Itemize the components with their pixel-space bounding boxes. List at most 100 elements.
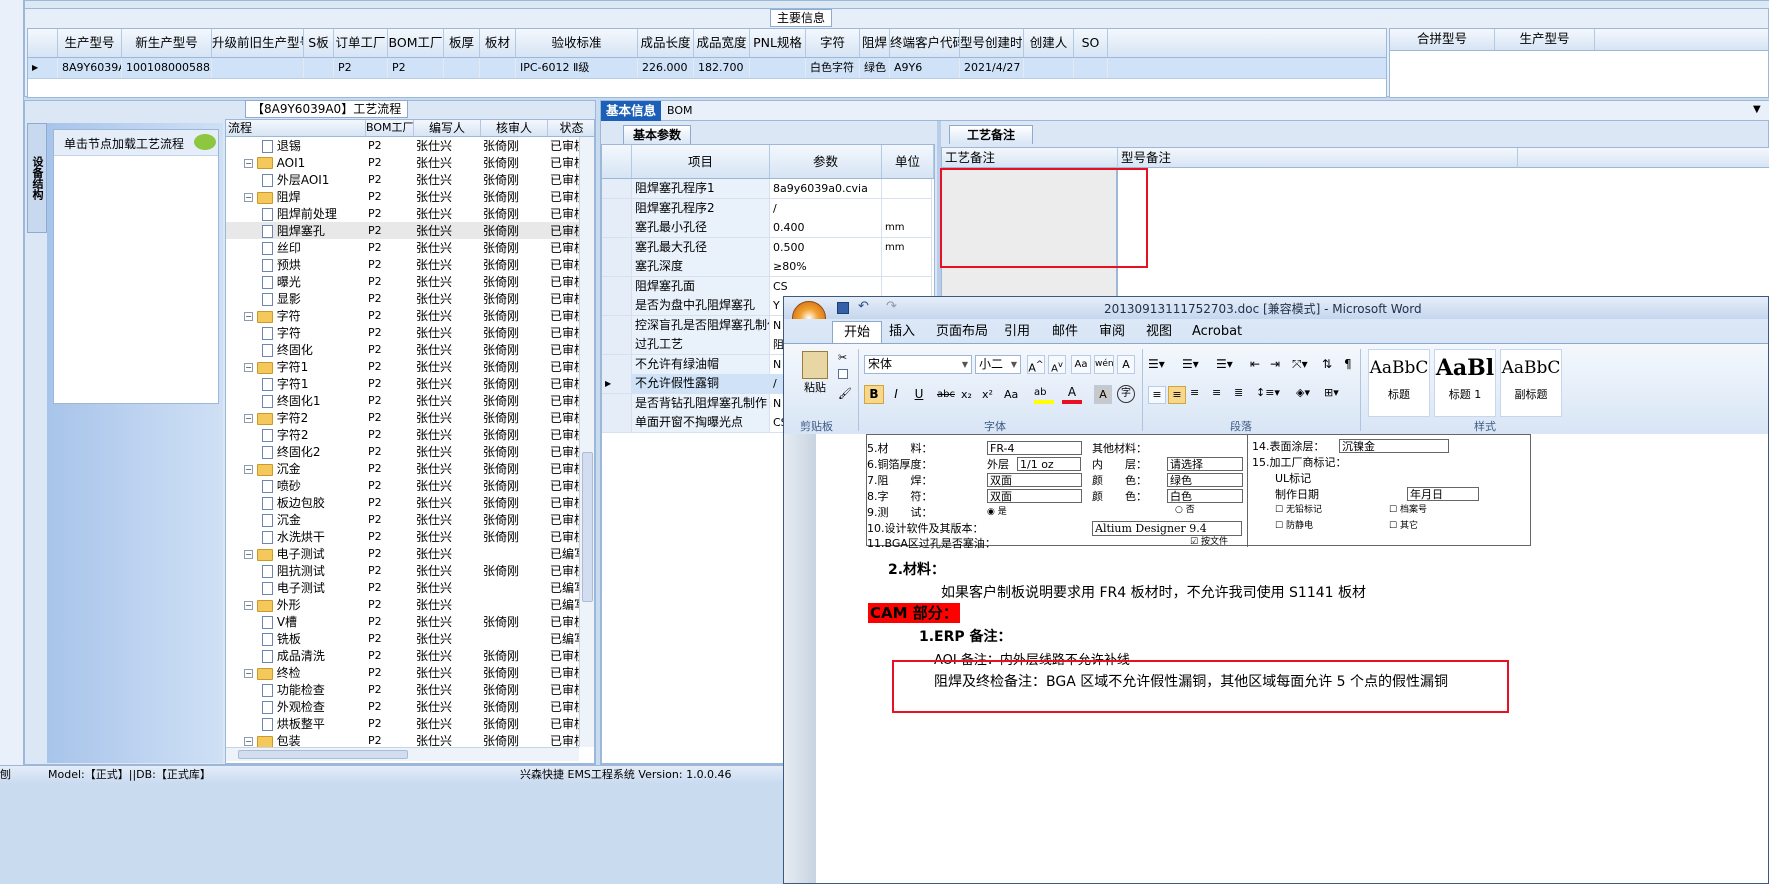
align-right-icon[interactable]: ≡ <box>1190 386 1199 399</box>
main-col-header[interactable]: PNL规格 <box>750 29 806 57</box>
tree-row[interactable]: 烘板整平P2张仕兴张倚刚已审核 <box>226 715 594 732</box>
italic-button[interactable]: I <box>887 385 905 404</box>
expander-icon[interactable]: − <box>244 737 253 746</box>
tab-basic-info[interactable]: 基本信息 <box>601 101 661 121</box>
ribbon-tab-layout[interactable]: 页面布局 <box>936 321 988 343</box>
undo-icon[interactable]: ↶ <box>858 299 869 314</box>
tree-row[interactable]: 电子测试P2张仕兴已编写 <box>226 579 594 596</box>
ribbon-tab-view[interactable]: 视图 <box>1146 321 1172 343</box>
param-row[interactable]: 阻焊塞孔面 CS <box>602 276 932 297</box>
main-col-header[interactable]: 订单工厂 <box>334 29 388 57</box>
main-col-header[interactable]: 板厚 <box>444 29 480 57</box>
paste-button[interactable]: 粘贴 <box>798 351 832 411</box>
expander-icon[interactable]: − <box>244 465 253 474</box>
tree-row[interactable]: 铣板P2张仕兴已编写 <box>226 630 594 647</box>
tree-row[interactable]: 终固化P2张仕兴张倚刚已审核 <box>226 341 594 358</box>
increase-indent-icon[interactable]: ⇥ <box>1270 357 1280 371</box>
style-subtitle[interactable]: AaBbC 副标题 <box>1500 349 1562 417</box>
param-row[interactable]: 塞孔最大孔径 0.500 mm <box>602 237 932 258</box>
align-center-icon[interactable]: ≡ <box>1168 386 1186 404</box>
tree-row[interactable]: 外层AOI1P2张仕兴张倚刚已审核 <box>226 171 594 188</box>
subscript-button[interactable]: x₂ <box>961 385 979 404</box>
copy-icon[interactable] <box>838 369 848 379</box>
line-spacing-icon[interactable]: ↕≡▾ <box>1256 386 1280 399</box>
main-col-header[interactable]: 升级前旧生产型号 <box>212 29 304 57</box>
tree-row[interactable]: 阻焊塞孔P2张仕兴张倚刚已审核 <box>226 222 594 239</box>
expander-icon[interactable]: − <box>244 414 253 423</box>
expander-icon[interactable]: − <box>244 312 253 321</box>
main-col-header[interactable]: 终端客户代码 <box>890 29 960 57</box>
param-row[interactable]: 阻焊塞孔程序1 8a9y6039a0.cvia <box>602 179 932 199</box>
font-color-icon[interactable]: A <box>1062 385 1082 404</box>
ribbon-tab-acrobat[interactable]: Acrobat <box>1192 321 1242 343</box>
tree-row[interactable]: − 沉金P2张仕兴张倚刚已审核 <box>226 460 594 477</box>
tree-row[interactable]: 字符P2张仕兴张倚刚已审核 <box>226 324 594 341</box>
expander-icon[interactable]: − <box>244 193 253 202</box>
grow-font-icon[interactable]: A^ <box>1027 355 1045 375</box>
save-icon[interactable] <box>837 302 849 314</box>
main-col-header[interactable]: 成品宽度 <box>694 29 750 57</box>
expander-icon[interactable]: − <box>244 158 253 168</box>
ribbon-tab-mailings[interactable]: 邮件 <box>1052 321 1078 343</box>
ribbon-tab-insert[interactable]: 插入 <box>889 321 915 343</box>
tab-process-notes[interactable]: 工艺备注 <box>949 125 1033 144</box>
table-row[interactable]: ▶8A9Y6039A010010800058832P2P2IPC-6012 Ⅱ级… <box>28 58 1386 79</box>
tree-row[interactable]: − 字符P2张仕兴张倚刚已审核 <box>226 307 594 324</box>
underline-button[interactable]: U <box>908 385 930 404</box>
cut-icon[interactable]: ✂ <box>838 351 847 364</box>
sort-icon[interactable]: ⇅ <box>1322 357 1332 371</box>
ribbon-tab-review[interactable]: 审阅 <box>1099 321 1125 343</box>
param-row[interactable]: 塞孔深度 ≥80% <box>602 257 932 277</box>
param-row[interactable]: 阻焊塞孔程序2/ <box>602 198 932 219</box>
tree-row[interactable]: − AOI1P2张仕兴张倚刚已审核 <box>226 154 594 171</box>
tree-row[interactable]: 字符2P2张仕兴张倚刚已审核 <box>226 426 594 443</box>
style-heading-1[interactable]: AaBl 标题 1 <box>1434 349 1496 417</box>
strikethrough-button[interactable]: abc <box>937 385 957 404</box>
ribbon-tab-home[interactable]: 开始 <box>832 321 882 343</box>
expander-icon[interactable]: − <box>244 363 253 372</box>
document-page[interactable]: 5.材 料： FR-4 其他材料： 14.表面涂层： 沉镍金 6.铜箔厚度： 外… <box>816 434 1768 883</box>
superscript-button[interactable]: x² <box>982 385 1000 404</box>
bold-button[interactable]: B <box>864 385 884 404</box>
distributed-icon[interactable]: ≣ <box>1234 386 1243 399</box>
tree-hscroll[interactable] <box>226 747 579 761</box>
tree-row[interactable]: 成品清洗P2张仕兴张倚刚已审核 <box>226 647 594 664</box>
main-col-header[interactable]: BOM工厂 <box>388 29 444 57</box>
tree-row[interactable]: − 阻焊P2张仕兴张倚刚已审核 <box>226 188 594 205</box>
tree-row[interactable]: − 外形P2张仕兴已编写 <box>226 596 594 613</box>
param-row[interactable]: 塞孔最小孔径 0.400 mm <box>602 218 932 238</box>
main-col-header[interactable]: 验收标准 <box>516 29 638 57</box>
tree-row[interactable]: 曝光P2张仕兴张倚刚已审核 <box>226 273 594 290</box>
main-col-header[interactable]: 字符 <box>806 29 860 57</box>
tree-row[interactable]: 沉金P2张仕兴张倚刚已审核 <box>226 511 594 528</box>
bullets-icon[interactable]: ☰▾ <box>1148 357 1165 371</box>
enclose-char-icon[interactable]: 字 <box>1117 385 1135 403</box>
main-col-header[interactable]: 板材 <box>480 29 516 57</box>
tree-row[interactable]: 外观检查P2张仕兴张倚刚已审核 <box>226 698 594 715</box>
tree-row[interactable]: 功能检查P2张仕兴张倚刚已审核 <box>226 681 594 698</box>
style-title[interactable]: AaBbC 标题 <box>1368 349 1430 417</box>
decrease-indent-icon[interactable]: ⇤ <box>1250 357 1260 371</box>
borders-icon[interactable]: ⊞▾ <box>1324 386 1339 399</box>
tree-row[interactable]: 终固化1P2张仕兴张倚刚已审核 <box>226 392 594 409</box>
main-col-header[interactable]: 生产型号 <box>58 29 122 57</box>
tree-row[interactable]: 喷砂P2张仕兴张倚刚已审核 <box>226 477 594 494</box>
tab-bom[interactable]: BOM <box>667 103 693 119</box>
align-left-icon[interactable]: ≡ <box>1148 386 1166 404</box>
side-tab-equipment[interactable]: 设备结构 <box>27 123 47 233</box>
tree-row[interactable]: 水洗烘干P2张仕兴张倚刚已审核 <box>226 528 594 545</box>
tree-row[interactable]: 阻抗测试P2张仕兴张倚刚已审核 <box>226 562 594 579</box>
font-size-select[interactable]: 小二 ▼ <box>975 355 1021 374</box>
numbering-icon[interactable]: ☰▾ <box>1182 357 1199 371</box>
main-col-header[interactable]: 成品长度 <box>638 29 694 57</box>
tree-row[interactable]: − 字符1P2张仕兴张倚刚已审核 <box>226 358 594 375</box>
tree-vscroll[interactable] <box>579 137 594 747</box>
redo-icon[interactable]: ↷ <box>886 299 897 314</box>
tree-row[interactable]: 字符1P2张仕兴张倚刚已审核 <box>226 375 594 392</box>
phonetic-icon[interactable]: wén <box>1094 355 1114 374</box>
multilevel-list-icon[interactable]: ☰▾ <box>1216 357 1233 371</box>
main-col-header[interactable]: 新生产型号 <box>122 29 212 57</box>
expander-icon[interactable]: − <box>244 669 253 678</box>
tree-row[interactable]: 阻焊前处理P2张仕兴张倚刚已审核 <box>226 205 594 222</box>
justify-icon[interactable]: ≡ <box>1212 386 1221 399</box>
